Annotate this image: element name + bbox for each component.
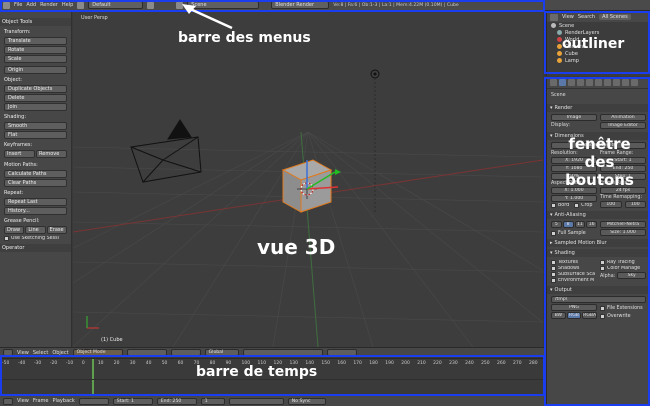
buttons-callout: fenêtre des boutons <box>565 135 634 189</box>
callout-arrow <box>182 4 233 30</box>
outliner-callout: outliner <box>562 36 625 52</box>
menus-callout: barre des menus <box>178 30 311 46</box>
timeline-callout: barre de temps <box>196 364 318 380</box>
view3d-callout: vue 3D <box>257 235 336 259</box>
